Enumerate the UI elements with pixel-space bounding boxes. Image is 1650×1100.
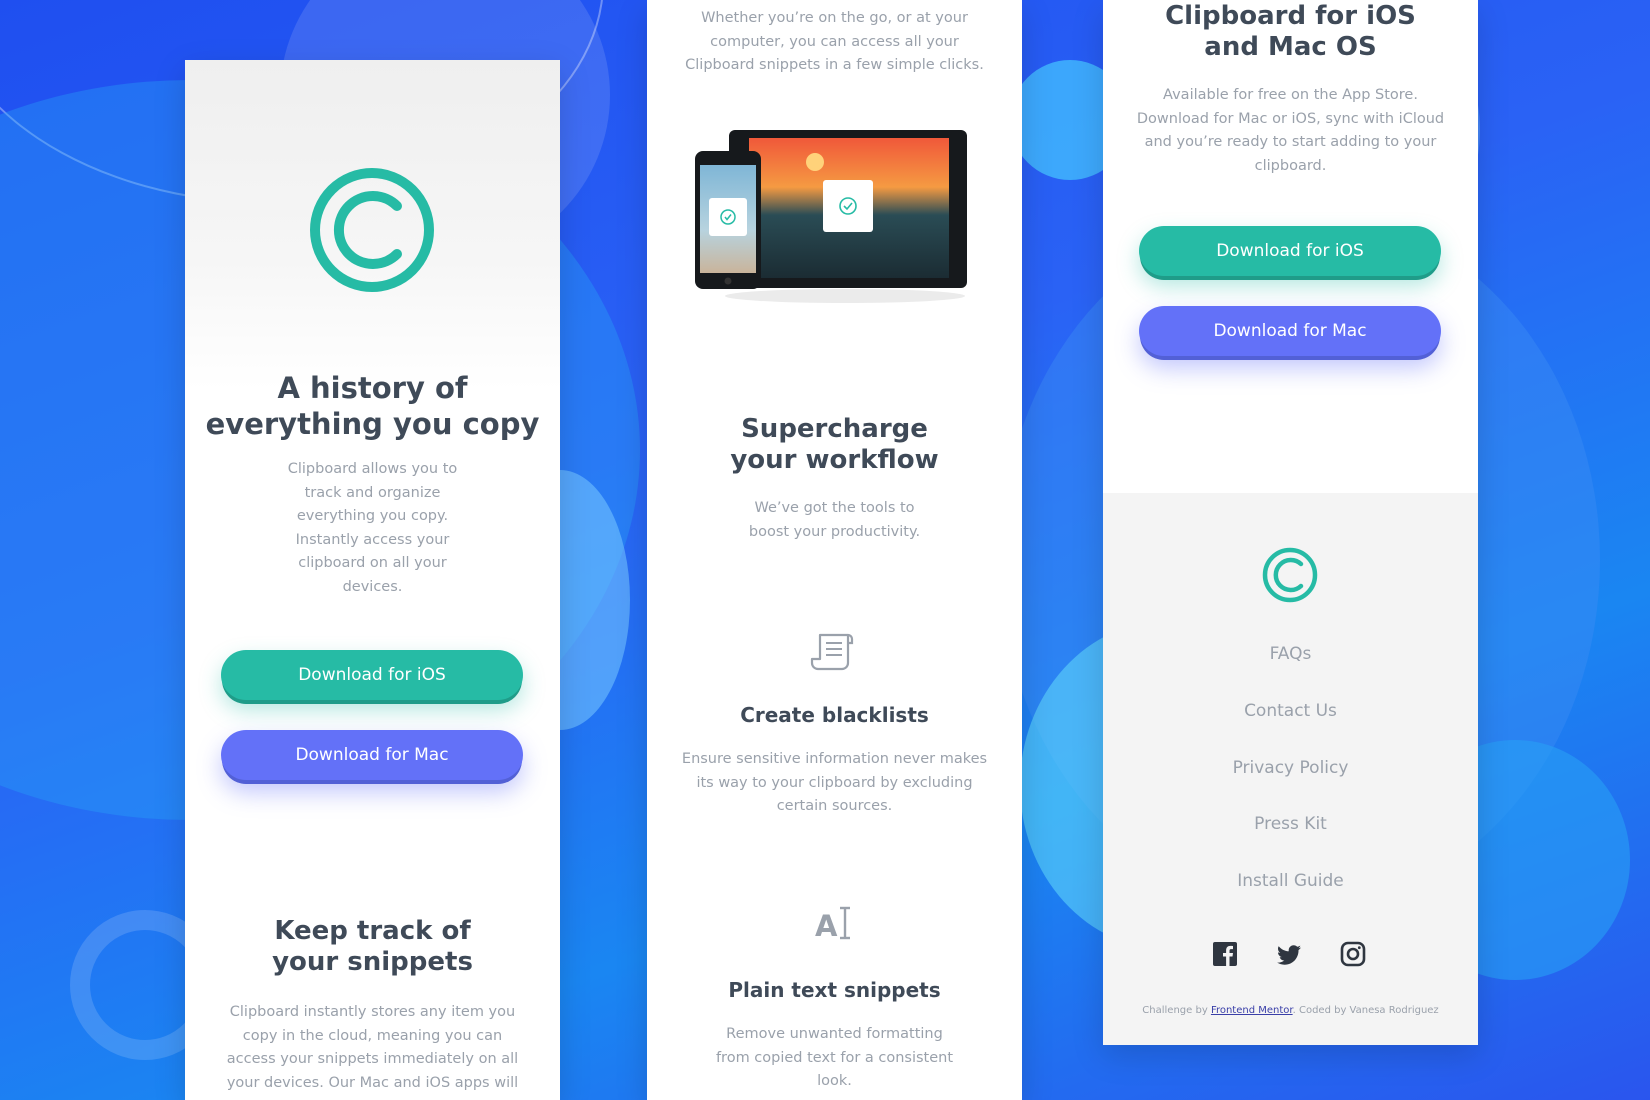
devices-illustration [695,130,967,303]
blacklists-title: Create blacklists [740,703,929,727]
credit-suffix: . Coded by Vanesa Rodriguez [1292,1005,1439,1016]
clipboard-logo-icon [310,168,434,292]
blacklists-description: Ensure sensitive information never makes… [681,751,988,814]
panel-hero: A history of everything you copy Clipboa… [185,60,560,1100]
download-mac-button[interactable]: Download for Mac [221,730,523,780]
snippets-title: Keep track of your snippets [272,916,473,977]
download-ios-button[interactable]: Download for iOS [1139,226,1441,276]
blacklist-icon [810,633,854,671]
snippets-description: Clipboard instantly stores any item you … [226,1004,519,1091]
plain-text-icon: A [815,906,850,940]
instagram-icon[interactable] [1339,940,1367,968]
footer-logo-icon[interactable] [1262,547,1318,603]
attribution: Challenge by Frontend Mentor. Coded by V… [1103,1005,1478,1016]
panel-features: Whether you’re on the go, or at your com… [647,0,1022,1100]
hero-description: Clipboard allows you to track and organi… [287,461,458,595]
workflow-description: We’ve got the tools to boost your produc… [748,500,921,540]
footer-link-contact-us[interactable]: Contact Us [1103,699,1478,723]
cta-title: Clipboard for iOS and Mac OS [1165,1,1416,62]
credit-prefix: Challenge by [1142,1005,1208,1016]
svg-text:A: A [815,909,838,940]
access-description: Whether you’re on the go, or at your com… [685,10,984,73]
panel-download-footer: Clipboard for iOS and Mac OS Available f… [1103,0,1478,1045]
facebook-icon[interactable] [1211,940,1239,968]
footer-link-install-guide[interactable]: Install Guide [1103,869,1478,893]
plain-text-title: Plain text snippets [728,978,941,1002]
footer-link-press-kit[interactable]: Press Kit [1103,812,1478,836]
hero-title: A history of everything you copy [205,371,540,441]
download-mac-button[interactable]: Download for Mac [1139,306,1441,356]
download-ios-button[interactable]: Download for iOS [221,650,523,700]
workflow-title: Supercharge your workflow [730,414,939,475]
plain-text-description: Remove unwanted formatting from copied t… [715,1026,954,1089]
frontend-mentor-link[interactable]: Frontend Mentor [1211,1005,1293,1016]
footer-link-privacy-policy[interactable]: Privacy Policy [1103,756,1478,780]
twitter-icon[interactable] [1275,940,1303,968]
cta-description: Available for free on the App Store. Dow… [1136,87,1445,174]
footer-link-faqs[interactable]: FAQs [1103,642,1478,666]
